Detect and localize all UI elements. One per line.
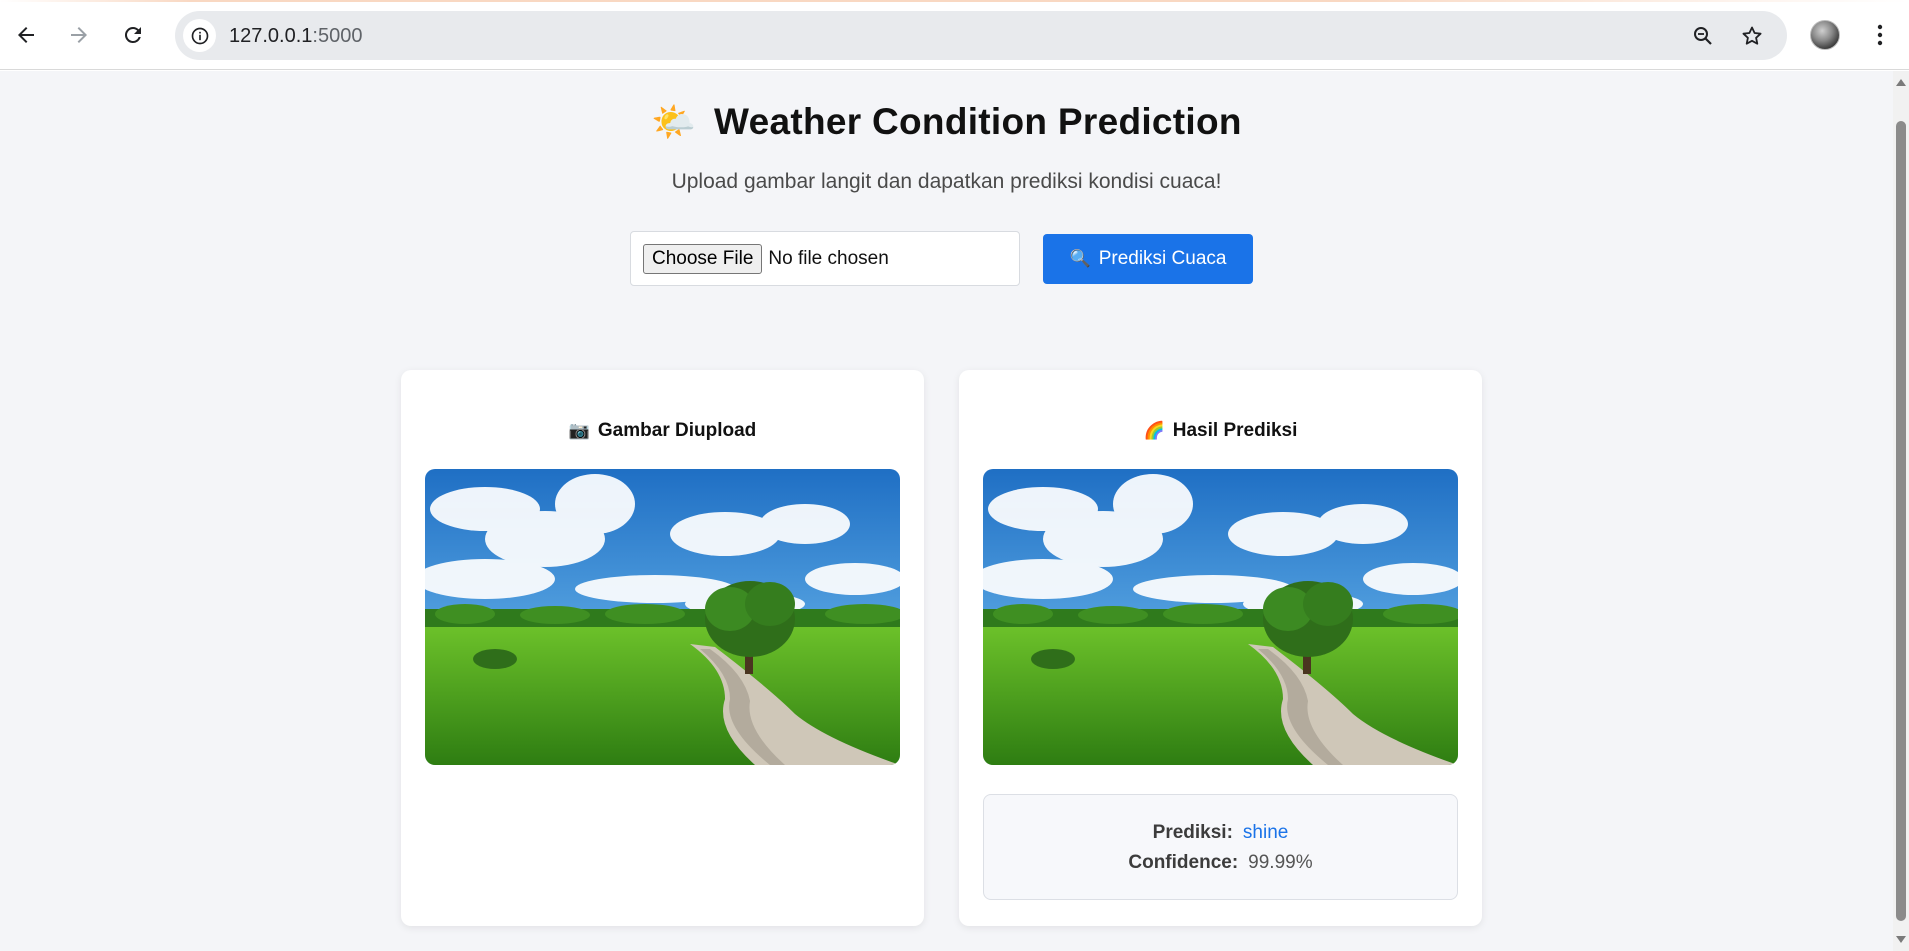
- prediction-result-box: Prediksi: shine Confidence: 99.99%: [983, 794, 1458, 900]
- forward-button[interactable]: [60, 16, 98, 54]
- file-status-text: No file chosen: [768, 247, 889, 269]
- browser-menu-button[interactable]: [1866, 20, 1894, 50]
- rainbow-icon: 🌈: [1143, 421, 1165, 440]
- page-subtitle: Upload gambar langit dan dapatkan predik…: [671, 170, 1222, 193]
- forward-icon: [71, 27, 87, 43]
- url-host: 127.0.0.1: [229, 25, 313, 47]
- landscape-photo-icon: [425, 469, 900, 765]
- predict-button-label: Prediksi Cuaca: [1098, 248, 1227, 269]
- scrollbar-thumb[interactable]: [1896, 121, 1906, 921]
- landscape-photo-icon: [983, 469, 1458, 765]
- camera-icon: 📷: [568, 421, 590, 440]
- reload-icon: [124, 26, 141, 43]
- sun-cloud-icon: 🌤️: [651, 101, 697, 142]
- prediction-row: Prediksi: shine: [984, 822, 1457, 844]
- back-icon: [18, 27, 34, 43]
- choose-file-button[interactable]: Choose File: [643, 243, 763, 274]
- info-icon: [191, 27, 208, 44]
- bookmark-star-icon: [1742, 26, 1762, 45]
- address-bar[interactable]: 127.0.0.1:5000: [175, 11, 1787, 60]
- menu-dots-icon: [1877, 24, 1883, 46]
- bookmark-button[interactable]: [1737, 21, 1767, 51]
- zoom-icon: [1694, 27, 1712, 45]
- prediction-value: shine: [1242, 822, 1289, 843]
- uploaded-image-card: 📷 Gambar Diupload: [401, 370, 924, 926]
- result-image: [983, 469, 1458, 765]
- confidence-value: 99.99%: [1248, 852, 1313, 873]
- url-port: :5000: [312, 25, 363, 47]
- uploaded-card-title-text: Gambar Diupload: [597, 420, 757, 441]
- uploaded-card-title: 📷 Gambar Diupload: [401, 420, 924, 442]
- confidence-row: Confidence: 99.99%: [984, 852, 1457, 874]
- scroll-down-arrow-icon[interactable]: [1896, 936, 1906, 943]
- url-text[interactable]: 127.0.0.1:5000: [229, 25, 362, 48]
- page-title: Weather Condition Prediction: [714, 101, 1242, 142]
- magnifier-icon: 🔍: [1069, 249, 1091, 268]
- site-info-button[interactable]: [183, 19, 216, 52]
- profile-avatar[interactable]: [1810, 20, 1840, 50]
- predict-button[interactable]: 🔍 Prediksi Cuaca: [1043, 234, 1253, 284]
- back-button[interactable]: [7, 16, 45, 54]
- page-viewport: 🌤️ Weather Condition Prediction Upload g…: [0, 71, 1893, 951]
- prediction-result-card: 🌈 Hasil Prediksi Prediksi: shine Confide…: [959, 370, 1482, 926]
- zoom-button[interactable]: [1688, 21, 1718, 51]
- scroll-up-arrow-icon[interactable]: [1896, 79, 1906, 86]
- page-header: 🌤️ Weather Condition Prediction: [0, 101, 1893, 143]
- reload-button[interactable]: [114, 16, 152, 54]
- confidence-label: Confidence:: [1128, 852, 1239, 873]
- result-card-title-text: Hasil Prediksi: [1172, 420, 1298, 441]
- file-input[interactable]: Choose File No file chosen: [630, 231, 1020, 286]
- result-card-title: 🌈 Hasil Prediksi: [959, 420, 1482, 442]
- prediction-label: Prediksi:: [1152, 822, 1233, 843]
- uploaded-image: [425, 469, 900, 765]
- browser-toolbar: 127.0.0.1:5000: [0, 0, 1909, 70]
- page-scrollbar[interactable]: [1893, 71, 1909, 951]
- tab-strip-edge: [0, 0, 1909, 2]
